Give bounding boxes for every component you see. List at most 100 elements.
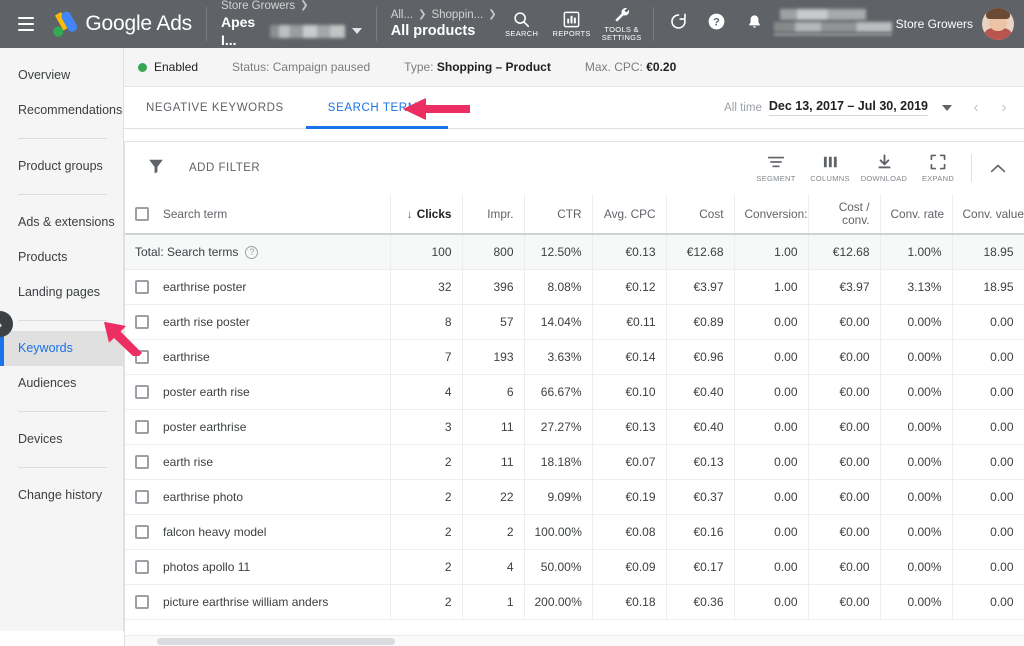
breadcrumb-trail[interactable]: All... ❯ Shoppin... ❯ [391,8,497,22]
status-badge: Enabled [154,60,198,74]
row-checkbox[interactable] [135,280,149,294]
chevron-down-icon[interactable] [352,28,362,34]
row-checkbox[interactable] [135,525,149,539]
columns-button[interactable]: COLUMNS [803,153,857,183]
table-row[interactable]: earthrise photo2229.09%€0.19€0.370.00€0.… [125,479,1024,514]
account-current-row[interactable]: Apes I... [221,13,362,49]
segment-button[interactable]: SEGMENT [749,153,803,183]
sidebar-item-products[interactable]: Products [0,240,123,275]
column-header-clicks[interactable]: ↓Clicks [390,194,462,234]
sidebar-item-audiences[interactable]: Audiences [0,366,123,401]
nav-reports[interactable]: REPORTS [547,0,597,48]
conv-value-cell: 0.00 [952,479,1024,514]
sidebar-item-overview[interactable]: Overview [0,58,123,93]
table-row[interactable]: earth rise poster85714.04%€0.11€0.890.00… [125,304,1024,339]
column-header-search-term[interactable]: Search term [125,194,390,234]
divider [653,7,654,41]
breadcrumb-level-1[interactable]: All... [391,8,413,22]
cost-cell: €0.13 [666,444,734,479]
date-range-preset: All time [724,102,762,114]
table-row[interactable]: falcon heavy model22100.00%€0.08€0.160.0… [125,514,1024,549]
conversions-cell: 0.00 [734,514,808,549]
breadcrumb-level-2[interactable]: Shoppin... [431,8,483,22]
sidebar-item-keywords[interactable]: Keywords [0,331,123,366]
column-header-conv-value[interactable]: Conv. value [952,194,1024,234]
select-all-checkbox[interactable] [135,207,149,221]
cost-cell: €0.40 [666,374,734,409]
sidebar-item-ads-extensions[interactable]: Ads & extensions [0,205,123,240]
row-checkbox[interactable] [135,490,149,504]
table-row[interactable]: poster earth rise4666.67%€0.10€0.400.00€… [125,374,1024,409]
refresh-icon [669,12,688,36]
column-header-ctr[interactable]: CTR [524,194,592,234]
row-checkbox[interactable] [135,420,149,434]
table-row[interactable]: poster earthrise31127.27%€0.13€0.400.00€… [125,409,1024,444]
column-header-avg-cpc[interactable]: Avg. CPC [592,194,666,234]
impressions-cell: 22 [462,479,524,514]
column-label: Clicks [417,207,452,221]
avg-cpc-cell: €0.13 [592,409,666,444]
account-name-label: Apes I... [221,13,263,49]
cost-cell: €0.36 [666,584,734,619]
clicks-cell: 2 [390,514,462,549]
sidebar-item-recommendations[interactable]: Recommendations [0,93,123,128]
notifications-button[interactable] [736,0,774,48]
clicks-cell: 7 [390,339,462,374]
account-parent-label: Store Growers [221,0,295,13]
column-header-impressions[interactable]: Impr. [462,194,524,234]
search-term-label: earthrise [163,350,210,364]
table-row[interactable]: earth rise21118.18%€0.07€0.130.00€0.000.… [125,444,1024,479]
column-header-cost[interactable]: Cost [666,194,734,234]
table-header-row: Search term ↓Clicks Impr. CTR Avg. CPC C… [125,194,1024,234]
table-row[interactable]: picture earthrise william anders21200.00… [125,584,1024,619]
sidebar-item-landing-pages[interactable]: Landing pages [0,275,123,310]
add-filter-button[interactable]: ADD FILTER [189,162,260,174]
date-next-button[interactable]: › [990,99,1018,117]
nav-tools-settings[interactable]: TOOLS & SETTINGS [597,0,647,48]
table-row[interactable]: earthrise poster323968.08%€0.12€3.971.00… [125,269,1024,304]
cost-cell: €0.89 [666,304,734,339]
avatar[interactable] [982,8,1014,40]
account-selector[interactable]: Store Growers ❯ Apes I... [221,0,362,49]
wrench-icon [613,6,631,25]
funnel-icon[interactable] [147,157,165,180]
impressions-cell: 4 [462,549,524,584]
impressions-cell: 396 [462,269,524,304]
google-ads-logo[interactable]: Google Ads [48,10,192,38]
tab-search-terms[interactable]: SEARCH TERMS [306,87,448,128]
chevron-down-icon[interactable] [942,105,952,111]
help-circle-icon[interactable]: ? [245,246,258,259]
horizontal-scrollbar[interactable] [125,635,1024,646]
column-header-conversions[interactable]: Conversion: [734,194,808,234]
table-row[interactable]: photos apollo 112450.00%€0.09€0.170.00€0… [125,549,1024,584]
sidebar-item-product-groups[interactable]: Product groups [0,149,123,184]
refresh-button[interactable] [660,0,698,48]
scrollbar-thumb[interactable] [157,638,395,645]
max-cpc-value: €0.20 [646,60,676,74]
expand-button[interactable]: EXPAND [911,153,965,183]
date-prev-button[interactable]: ‹ [962,99,990,117]
help-button[interactable]: ? [698,0,736,48]
total-avg-cpc-cell: €0.13 [592,234,666,269]
sidebar-item-devices[interactable]: Devices [0,422,123,457]
hamburger-menu-icon[interactable] [18,17,34,31]
row-checkbox[interactable] [135,595,149,609]
conversions-cell: 0.00 [734,549,808,584]
sidebar-item-change-history[interactable]: Change history [0,478,123,513]
row-checkbox[interactable] [135,455,149,469]
download-button[interactable]: DOWNLOAD [857,153,911,183]
row-checkbox[interactable] [135,315,149,329]
column-header-conv-rate[interactable]: Conv. rate [880,194,952,234]
row-checkbox[interactable] [135,350,149,364]
search-terms-card: ADD FILTER SEGMENT COLUMNS [124,141,1024,646]
conv-value-cell: 0.00 [952,444,1024,479]
tab-negative-keywords[interactable]: NEGATIVE KEYWORDS [124,87,306,128]
collapse-panel-button[interactable] [978,163,1018,174]
row-checkbox[interactable] [135,385,149,399]
row-checkbox[interactable] [135,560,149,574]
nav-search[interactable]: SEARCH [497,0,547,48]
column-header-cost-per-conv[interactable]: Cost /conv. [808,194,880,234]
table-row[interactable]: earthrise71933.63%€0.14€0.960.00€0.000.0… [125,339,1024,374]
date-range-value[interactable]: Dec 13, 2017 – Jul 30, 2019 [769,99,928,116]
impressions-cell: 11 [462,444,524,479]
